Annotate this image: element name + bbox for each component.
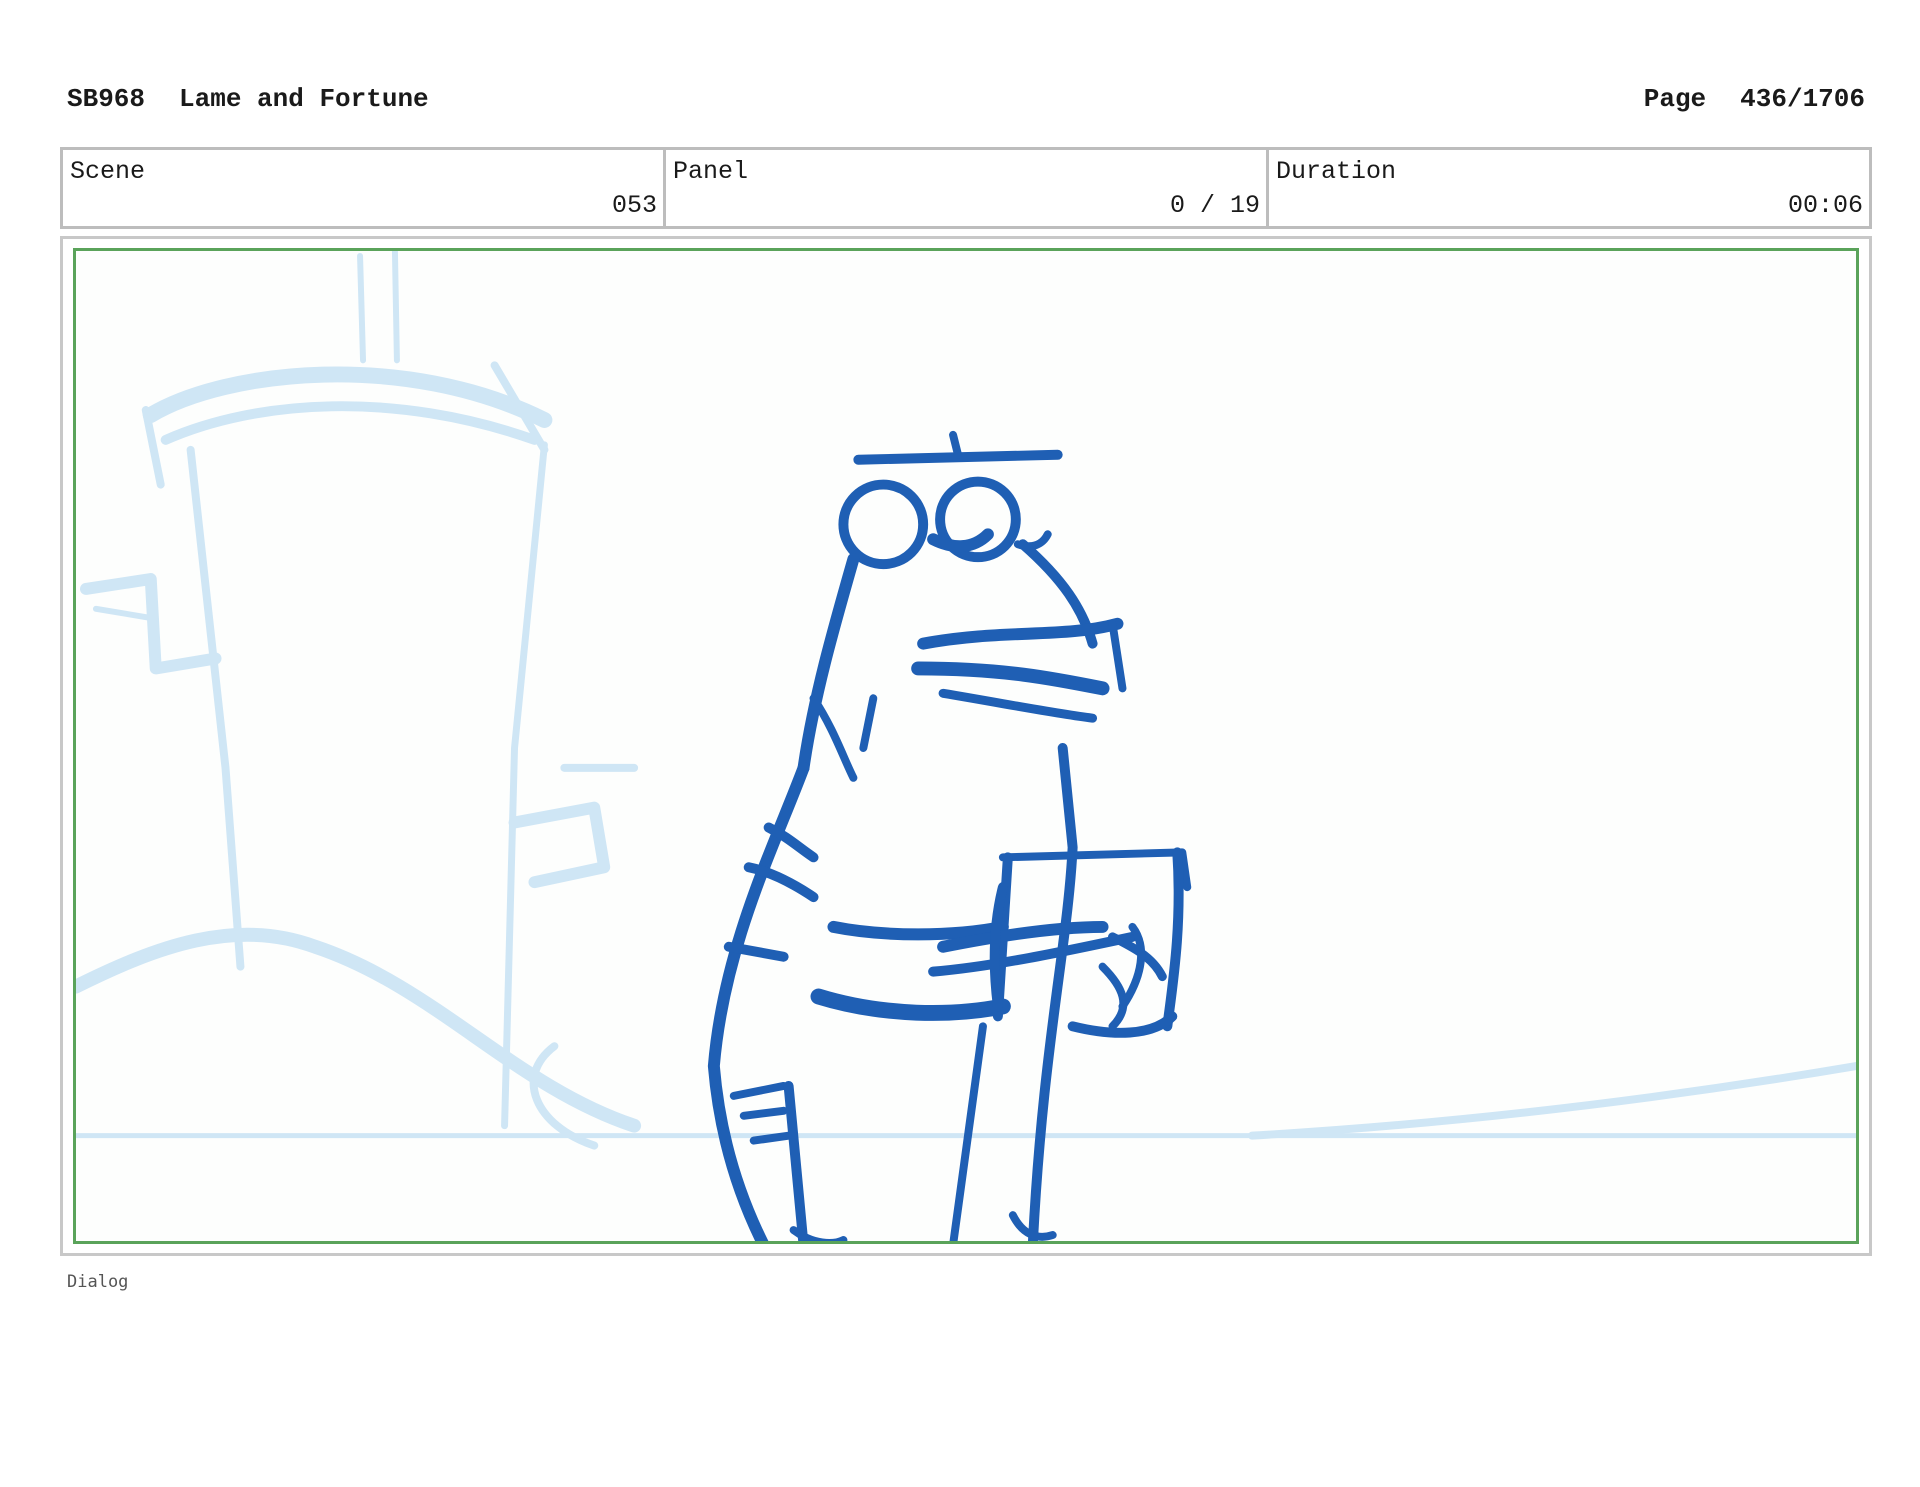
panel-value: 0 / 19 (1169, 191, 1260, 220)
page-indicator: Page 436/1706 (1644, 84, 1865, 114)
storyboard-id: SB968 (67, 84, 146, 114)
scene-cell: Scene 053 (63, 150, 666, 226)
scene-label: Scene (70, 157, 146, 186)
panel-cell: Panel 0 / 19 (666, 150, 1269, 226)
duration-cell: Duration 00:06 (1269, 150, 1869, 226)
storyboard-panel-frame (60, 236, 1872, 1256)
panel-info-table: Scene 053 Panel 0 / 19 Duration 00:06 (60, 147, 1872, 229)
storyboard-header-title: SB968 Lame and Fortune (67, 84, 429, 114)
panel-label: Panel (673, 157, 749, 186)
duration-value: 00:06 (1787, 191, 1863, 220)
character-sketch (707, 430, 1192, 1241)
storyboard-panel-image (73, 248, 1859, 1244)
duration-label: Duration (1276, 157, 1397, 186)
episode-title: Lame and Fortune (179, 84, 429, 114)
scene-value: 053 (611, 191, 657, 220)
page-label: Page (1643, 84, 1707, 114)
page-number: 436/1706 (1740, 84, 1865, 114)
dialog-label: Dialog (67, 1272, 129, 1292)
